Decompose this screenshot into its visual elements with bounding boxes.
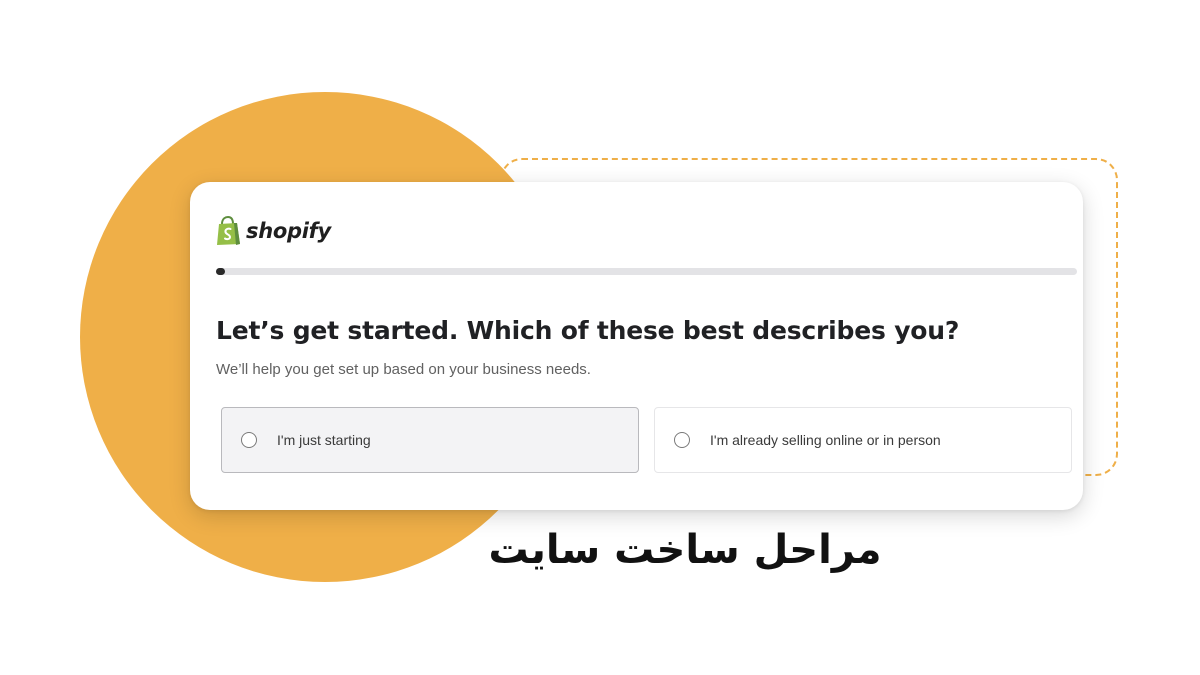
radio-already-selling[interactable] — [674, 432, 690, 448]
progress-bar — [216, 268, 1077, 275]
brand-logo: shopify — [216, 216, 331, 246]
brand-name: shopify — [246, 219, 331, 243]
option-already-selling[interactable]: I'm already selling online or in person — [654, 407, 1072, 473]
caption-title: مراحل ساخت سایت — [488, 527, 882, 573]
option-just-starting[interactable]: I'm just starting — [221, 407, 639, 473]
page-title: Let’s get started. Which of these best d… — [216, 316, 960, 345]
shopping-bag-icon — [217, 216, 240, 245]
page-subtitle: We’ll help you get set up based on your … — [216, 361, 591, 378]
option-label-already-selling: I'm already selling online or in person — [710, 432, 941, 448]
progress-bar-fill — [216, 268, 225, 275]
option-label-just-starting: I'm just starting — [277, 432, 371, 448]
radio-just-starting[interactable] — [241, 432, 257, 448]
onboarding-card: shopify Let’s get started. Which of thes… — [190, 182, 1083, 510]
